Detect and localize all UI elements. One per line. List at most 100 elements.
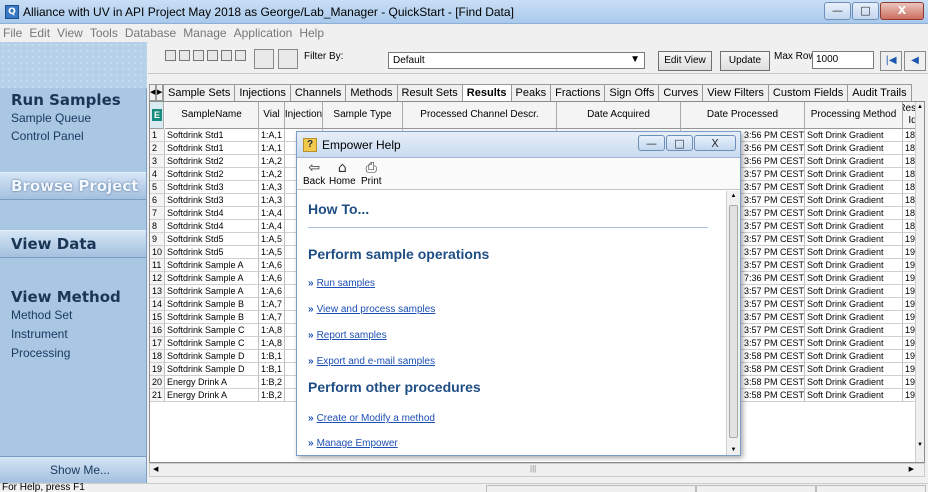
- menu-file[interactable]: File: [3, 26, 22, 40]
- help-home-button[interactable]: ⌂ Home: [329, 160, 356, 187]
- tab-curves[interactable]: Curves: [658, 84, 704, 101]
- scroll-right-icon[interactable]: ▶: [909, 465, 914, 473]
- menu-database[interactable]: Database: [125, 26, 176, 40]
- sidebar-section-browse-project-bar[interactable]: Browse Project: [0, 172, 146, 200]
- scroll-grip-icon[interactable]: |||: [530, 464, 536, 473]
- row-number: 15: [150, 311, 165, 324]
- menu-view[interactable]: View: [57, 26, 83, 40]
- help-link-create-modify-method[interactable]: » Create or Modify a method: [308, 413, 435, 424]
- menu-manage[interactable]: Manage: [183, 26, 226, 40]
- tab-results[interactable]: Results: [461, 84, 512, 101]
- menu-edit[interactable]: Edit: [29, 26, 50, 40]
- tab-result-sets[interactable]: Result Sets: [396, 84, 463, 101]
- column-header-processed-channel-descr[interactable]: Processed Channel Descr.: [403, 102, 557, 129]
- help-minimize-button[interactable]: —: [638, 135, 665, 151]
- sidebar-item-instrument[interactable]: Instrument: [11, 327, 68, 341]
- cell-vial: 1:A,5: [259, 246, 285, 259]
- minimize-button[interactable]: —: [824, 2, 851, 20]
- previous-record-icon[interactable]: ◀: [904, 51, 926, 71]
- scroll-left-icon[interactable]: ◀: [153, 465, 158, 473]
- scroll-up-icon[interactable]: ▲: [727, 193, 740, 199]
- help-link-report-samples[interactable]: » Report samples: [308, 330, 387, 341]
- tab-fractions[interactable]: Fractions: [550, 84, 606, 101]
- sidebar-section-browse-project[interactable]: Browse Project: [11, 177, 138, 195]
- help-print-button[interactable]: ⎙ Print: [361, 160, 382, 187]
- edit-view-button[interactable]: Edit View: [658, 51, 712, 71]
- menu-application[interactable]: Application: [234, 26, 293, 40]
- row-number: 9: [150, 233, 165, 246]
- grid-vertical-scrollbar[interactable]: ▲ ▼: [915, 102, 924, 462]
- toolbar-chart-icon[interactable]: [235, 50, 246, 61]
- toolbar-clipboard-button[interactable]: [254, 49, 274, 69]
- tab-peaks[interactable]: Peaks: [510, 84, 552, 101]
- toolbar-table-icon[interactable]: [193, 50, 204, 61]
- cell-vial: 1:A,5: [259, 233, 285, 246]
- tab-scroll-left-icon[interactable]: ◀: [149, 84, 156, 101]
- help-title-bar: ? Empower Help — □ X: [297, 132, 740, 158]
- column-header-date-acquired[interactable]: Date Acquired: [557, 102, 681, 129]
- toolbar-save-icon[interactable]: [179, 50, 190, 61]
- sidebar-item-control-panel[interactable]: Control Panel: [11, 129, 84, 143]
- help-close-button[interactable]: X: [694, 135, 736, 151]
- help-link-export-email-samples[interactable]: » Export and e-mail samples: [308, 356, 435, 367]
- help-vertical-scrollbar[interactable]: ▲ ▼: [726, 191, 740, 455]
- tab-channels[interactable]: Channels: [289, 84, 347, 101]
- sidebar-item-method-set[interactable]: Method Set: [11, 308, 72, 322]
- maximize-button[interactable]: □: [852, 2, 879, 20]
- help-link-manage-empower[interactable]: » Manage Empower: [308, 438, 398, 449]
- toolbar-view-button[interactable]: [278, 49, 298, 69]
- show-me-button[interactable]: Show Me...: [0, 456, 146, 482]
- column-header-sample-type[interactable]: Sample Type: [323, 102, 403, 129]
- grid-horizontal-scrollbar[interactable]: ◀ ||| ▶: [149, 463, 925, 477]
- cell-vial: 1:A,3: [259, 194, 285, 207]
- tab-scroll-right-icon[interactable]: ▶: [156, 84, 163, 101]
- grid-corner-e-icon[interactable]: E: [150, 102, 164, 129]
- menu-bar: File Edit View Tools Database Manage App…: [0, 24, 928, 42]
- status-panel-3: [816, 485, 926, 492]
- toolbar-print-icon[interactable]: [221, 50, 232, 61]
- column-header-vial[interactable]: Vial: [259, 102, 285, 129]
- sidebar-section-view-data[interactable]: View Data: [11, 235, 97, 253]
- help-link-run-samples[interactable]: » Run samples: [308, 278, 375, 289]
- toolbar-new-icon[interactable]: [165, 50, 176, 61]
- help-link-view-process-samples[interactable]: » View and process samples: [308, 304, 435, 315]
- cell-processing-method: Soft Drink Gradient: [805, 350, 903, 363]
- sidebar-section-run-samples[interactable]: Run Samples: [11, 91, 121, 109]
- first-record-icon[interactable]: |◀: [880, 51, 902, 71]
- cell-samplename: Softdrink Sample B: [165, 311, 259, 324]
- help-maximize-button[interactable]: □: [666, 135, 693, 151]
- toolbar-find-icon[interactable]: [207, 50, 218, 61]
- tab-methods[interactable]: Methods: [345, 84, 398, 101]
- sidebar-section-view-data-bar[interactable]: View Data: [0, 230, 146, 258]
- column-header-date-processed[interactable]: Date Processed: [681, 102, 805, 129]
- menu-help[interactable]: Help: [299, 26, 324, 40]
- help-scroll-thumb[interactable]: [729, 205, 738, 438]
- maximize-icon: □: [674, 137, 685, 150]
- column-header-processing-method[interactable]: Processing Method: [805, 102, 903, 129]
- scroll-up-icon[interactable]: ▲: [916, 104, 924, 110]
- cell-samplename: Softdrink Sample A: [165, 285, 259, 298]
- column-header-injection[interactable]: Injection: [285, 102, 323, 129]
- tab-sign-offs[interactable]: Sign Offs: [604, 84, 660, 101]
- help-back-label: Back: [303, 176, 326, 187]
- column-header-samplename[interactable]: SampleName: [165, 102, 259, 129]
- help-back-button[interactable]: ⇦ Back: [303, 160, 325, 187]
- sidebar-item-sample-queue[interactable]: Sample Queue: [11, 111, 91, 125]
- tab-custom-fields[interactable]: Custom Fields: [767, 84, 849, 101]
- tab-view-filters[interactable]: View Filters: [702, 84, 769, 101]
- tab-injections[interactable]: Injections: [234, 84, 291, 101]
- filter-select[interactable]: Default ▼: [388, 52, 645, 69]
- sidebar-section-view-method[interactable]: View Method: [11, 288, 121, 306]
- scroll-down-icon[interactable]: ▼: [916, 442, 924, 448]
- help-heading-other-procedures: Perform other procedures: [308, 379, 481, 395]
- update-button[interactable]: Update: [720, 51, 770, 71]
- tab-audit-trails[interactable]: Audit Trails: [847, 84, 912, 101]
- tab-sample-sets[interactable]: Sample Sets: [163, 84, 236, 101]
- cell-vial: 1:B,1: [259, 350, 285, 363]
- max-rows-input[interactable]: 1000: [812, 51, 874, 69]
- sidebar-item-processing[interactable]: Processing: [11, 346, 70, 360]
- menu-tools[interactable]: Tools: [90, 26, 118, 40]
- scroll-down-icon[interactable]: ▼: [727, 447, 740, 453]
- cell-samplename: Softdrink Std4: [165, 220, 259, 233]
- close-button[interactable]: X: [880, 2, 924, 20]
